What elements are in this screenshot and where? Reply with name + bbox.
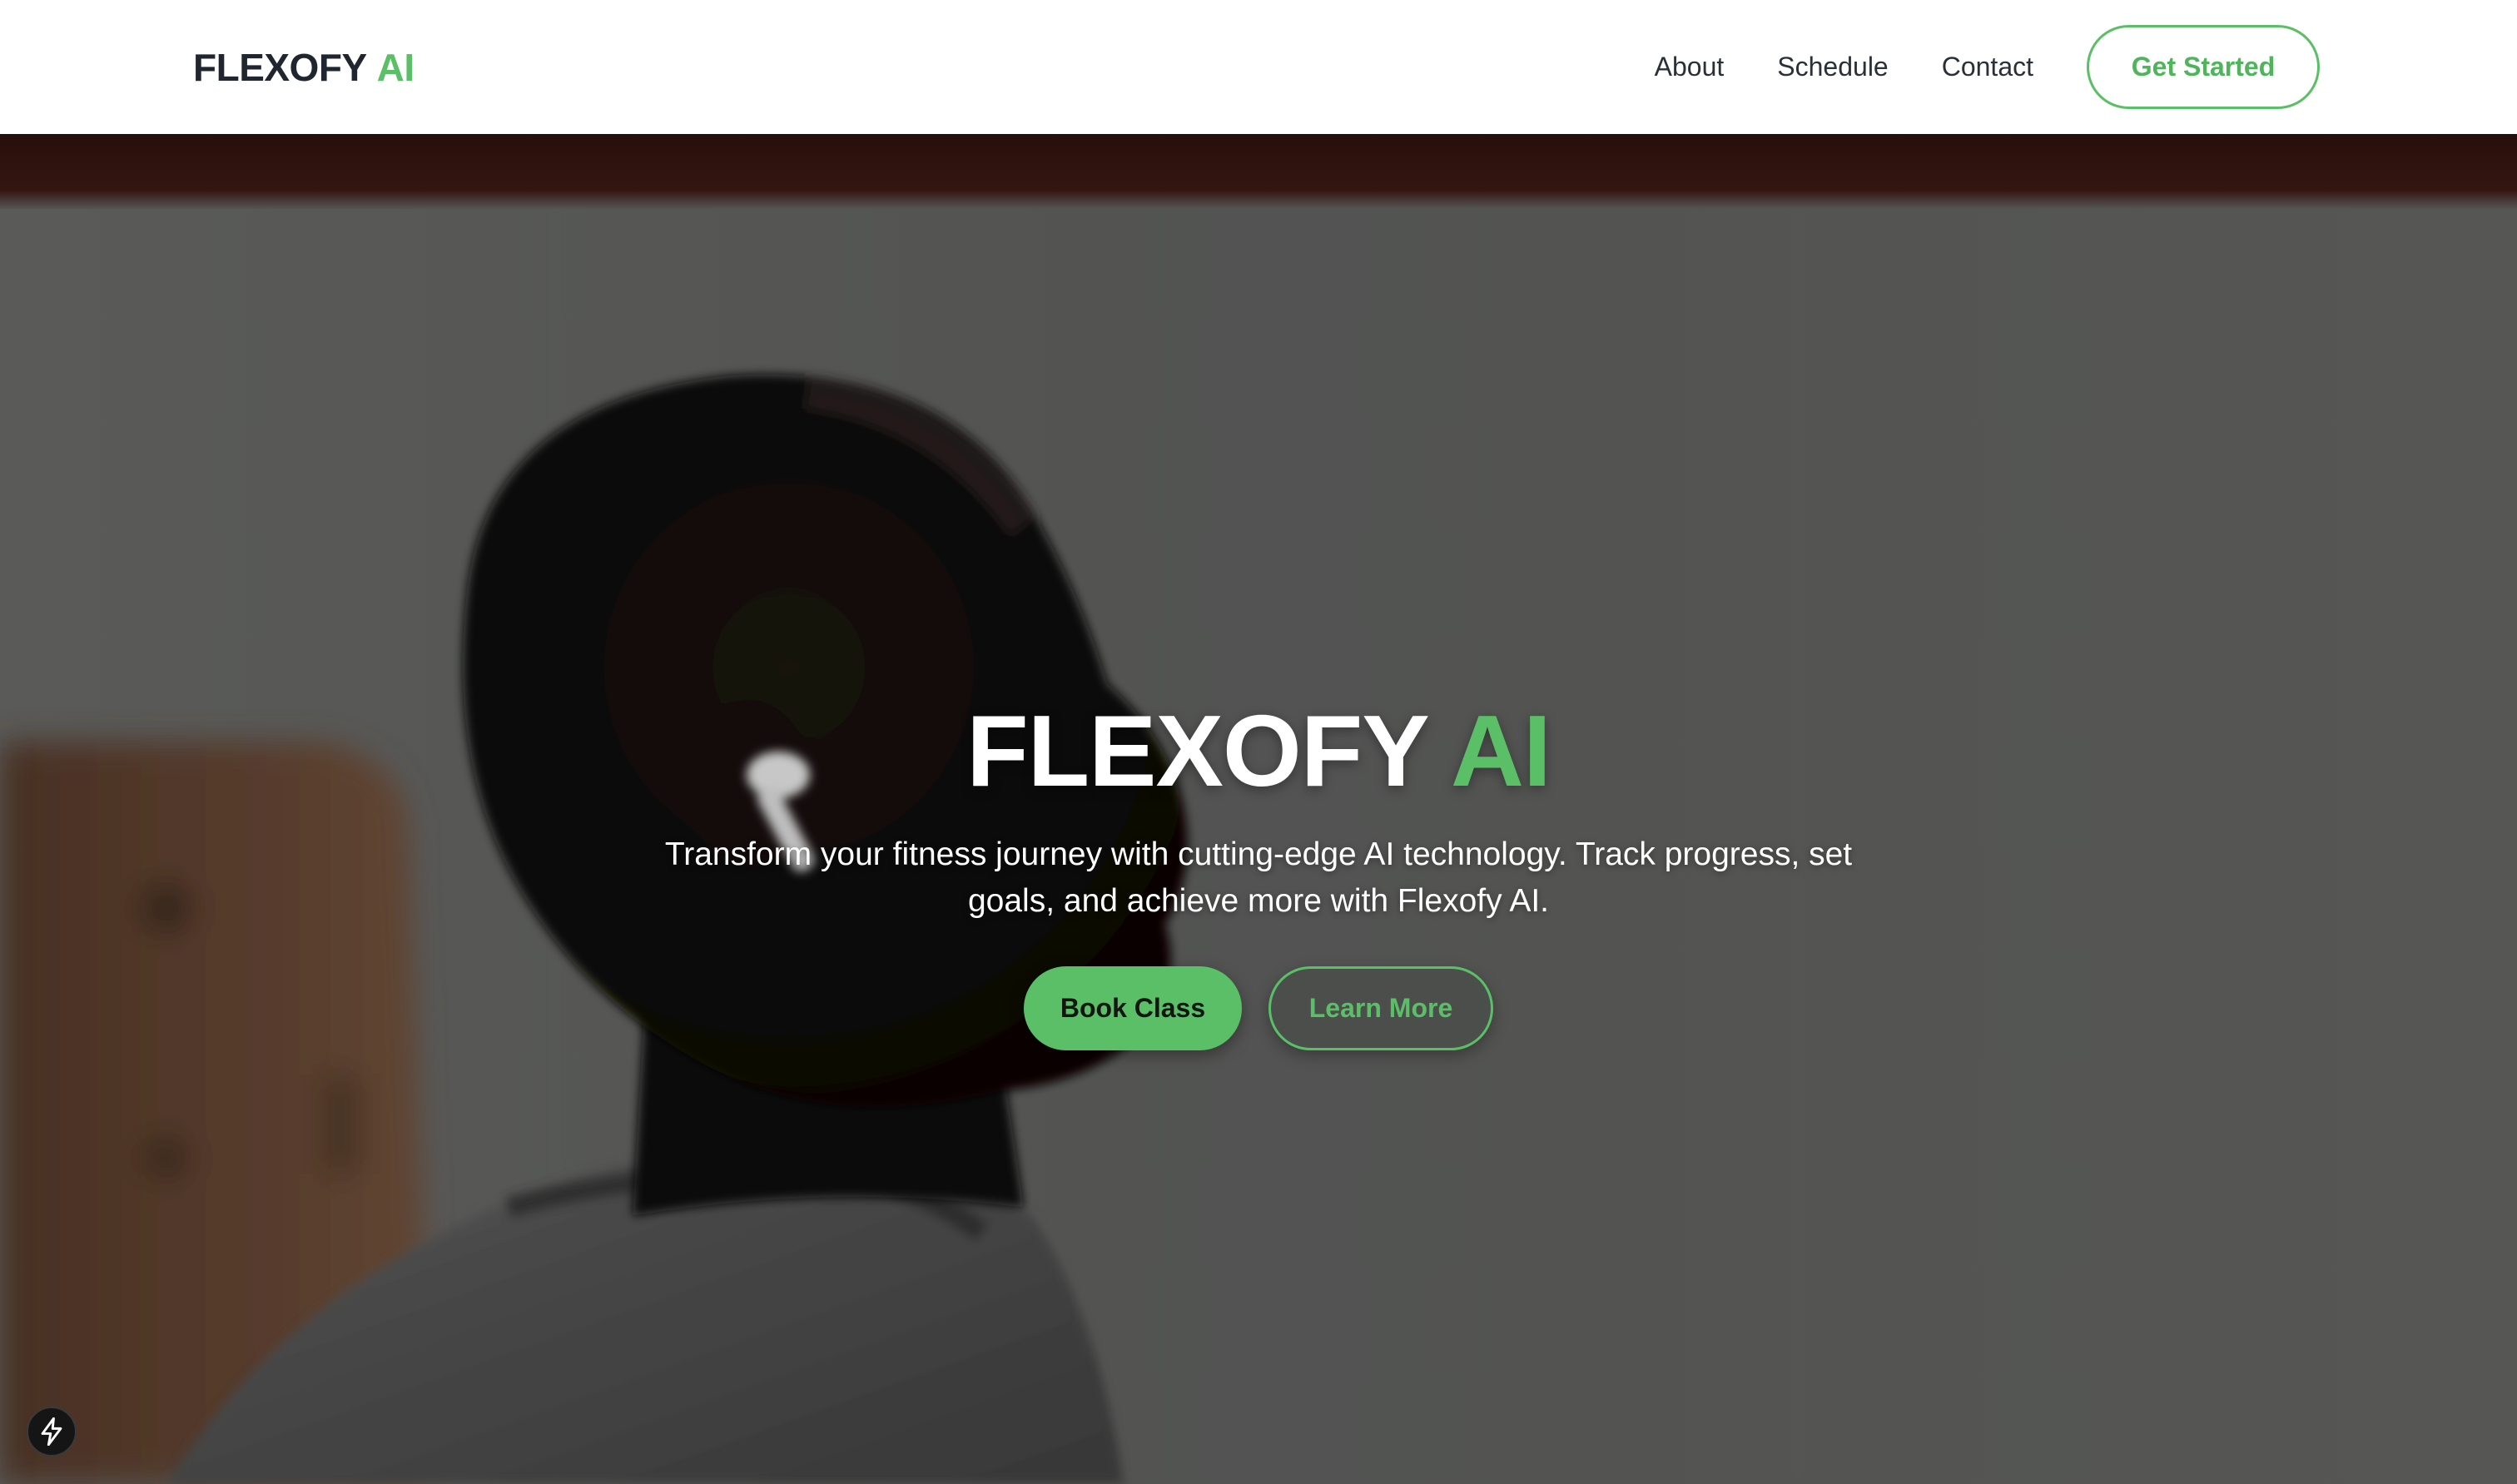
nav-link-schedule[interactable]: Schedule [1777, 52, 1888, 82]
nav-link-contact[interactable]: Contact [1942, 52, 2033, 82]
get-started-button[interactable]: Get Started [2087, 25, 2320, 109]
hero-title-main: FLEXOFY [966, 694, 1427, 807]
hero-subtitle: Transform your fitness journey with cutt… [664, 836, 1853, 919]
book-class-button[interactable]: Book Class [1024, 966, 1242, 1050]
hero-button-group: Book Class Learn More [0, 966, 2517, 1050]
learn-more-button[interactable]: Learn More [1268, 966, 1493, 1050]
hero-title-accent: AI [1450, 694, 1551, 807]
hero-content: FLEXOFY AI Transform your fitness journe… [0, 134, 2517, 1484]
logo[interactable]: FLEXOFY AI [193, 45, 415, 90]
lightning-bolt-glyph [41, 1417, 62, 1446]
logo-text: FLEXOFY [193, 45, 367, 89]
nav-link-about[interactable]: About [1655, 52, 1725, 82]
site-header: FLEXOFY AI About Schedule Contact Get St… [0, 0, 2517, 134]
hero-title: FLEXOFY AI [0, 700, 2517, 802]
main-nav: About Schedule Contact Get Started [1655, 25, 2320, 109]
lightning-bolt-icon[interactable] [27, 1407, 77, 1457]
logo-accent-text: AI [376, 45, 415, 89]
hero-section: FLEXOFY AI Transform your fitness journe… [0, 134, 2517, 1484]
